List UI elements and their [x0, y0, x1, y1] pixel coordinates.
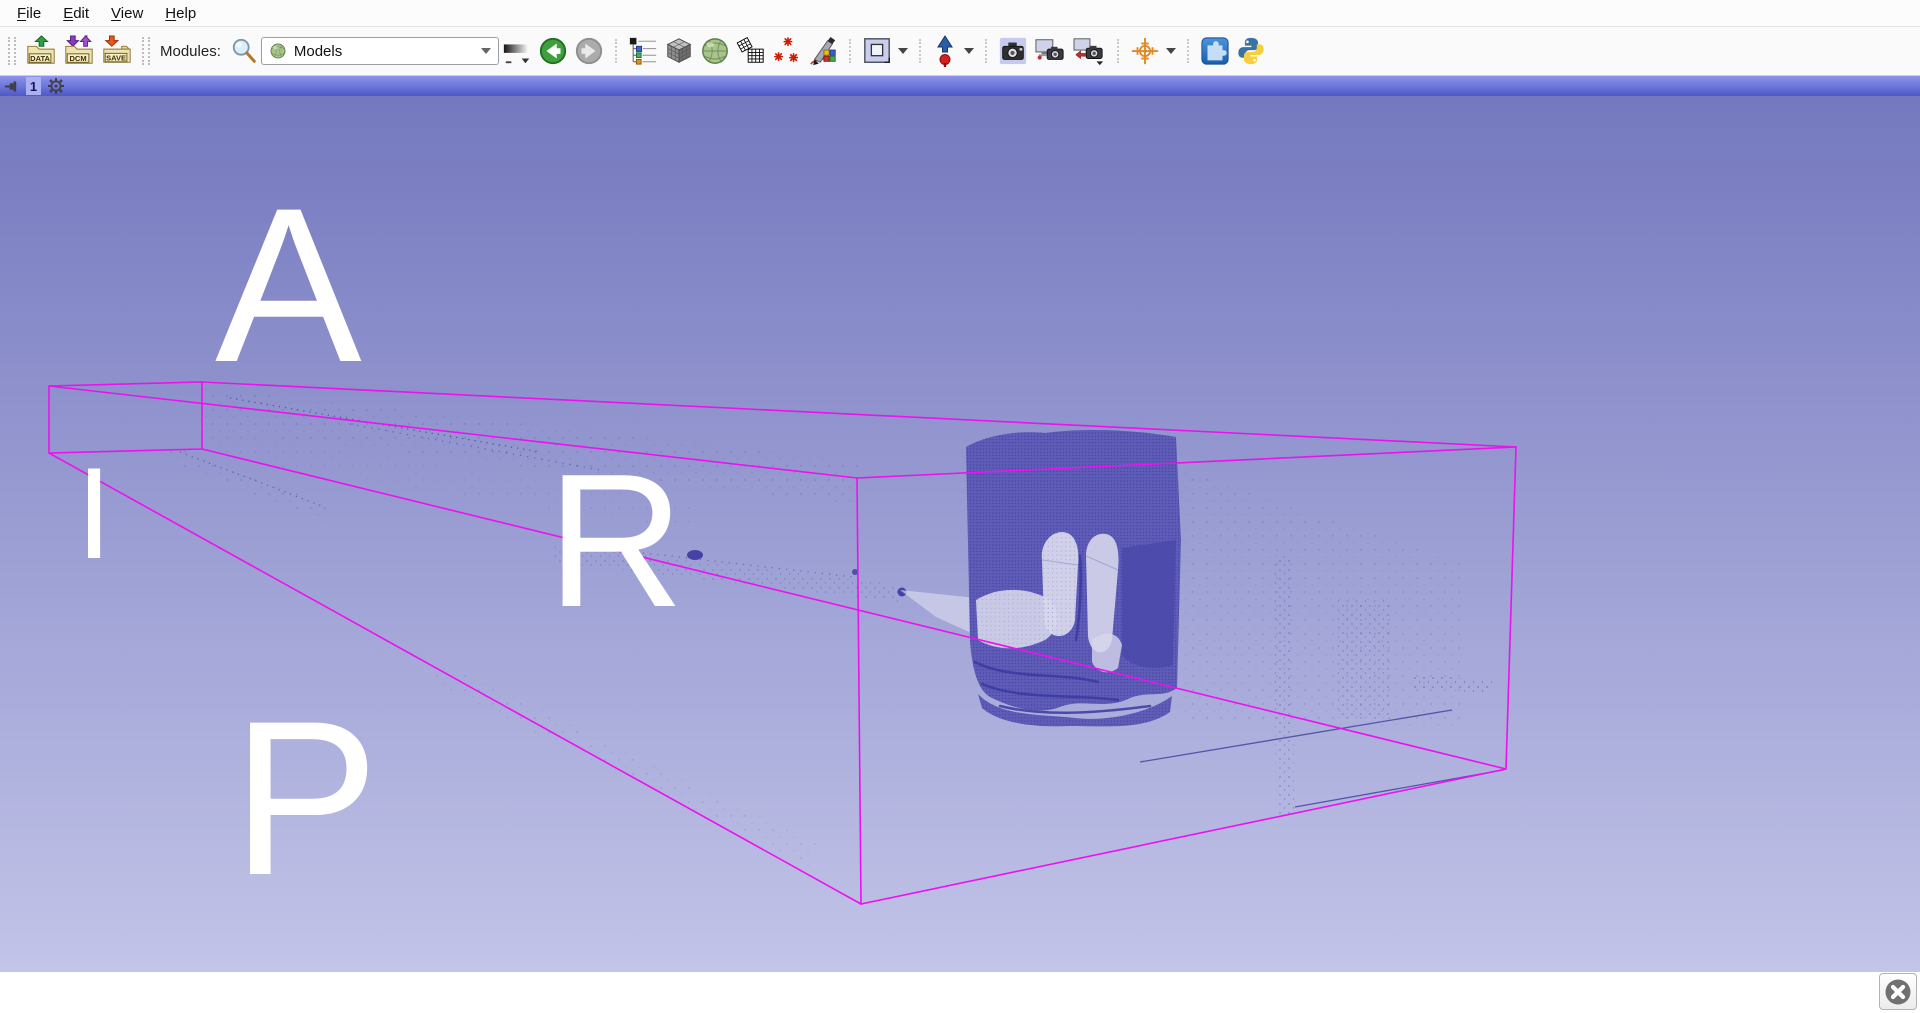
toolbar-grip[interactable]: [142, 37, 150, 65]
search-icon: [230, 37, 258, 65]
scene-view-restore-button[interactable]: [1071, 35, 1107, 67]
screenshot-button[interactable]: [997, 35, 1029, 67]
models-button[interactable]: [699, 35, 731, 67]
mouse-interaction-button[interactable]: [931, 34, 959, 68]
menu-help[interactable]: Help: [154, 2, 207, 25]
transforms-button[interactable]: [735, 35, 767, 67]
svg-text:DCM: DCM: [69, 54, 86, 63]
view-settings-button[interactable]: [48, 78, 64, 94]
segment-editor-button[interactable]: [807, 35, 839, 67]
layout-icon: [862, 36, 892, 66]
module-history-icon: [502, 36, 532, 66]
toolbar-separator: [1117, 39, 1119, 63]
mouse-mode-icon: [932, 35, 958, 67]
layout-button[interactable]: [861, 35, 893, 67]
screenshot-camera-icon: [998, 36, 1028, 66]
close-icon: [1884, 978, 1912, 1006]
toolbar-grip[interactable]: [8, 37, 16, 65]
close-button[interactable]: [1879, 973, 1917, 1010]
load-dicom-button[interactable]: DCM: [62, 34, 96, 68]
toolbar-separator: [985, 39, 987, 63]
extensions-manager-button[interactable]: [1199, 35, 1231, 67]
back-arrow-icon: [538, 36, 568, 66]
toolbar-separator: [919, 39, 921, 63]
module-selector-value: Models: [294, 43, 342, 60]
subject-hierarchy-icon: [628, 36, 658, 66]
orientation-label-inferior: I: [76, 448, 112, 578]
scene-view-restore-icon: [1072, 36, 1106, 66]
load-data-icon: DATA: [25, 35, 57, 67]
python-icon: [1236, 36, 1266, 66]
forward-arrow-icon: [574, 36, 604, 66]
python-console-button[interactable]: [1235, 35, 1267, 67]
volumes-button[interactable]: [663, 35, 695, 67]
view-controller-bar: 1: [0, 76, 1920, 96]
toolbar-separator: [849, 39, 851, 63]
pin-icon: [4, 79, 19, 94]
markups-icon: [772, 36, 802, 66]
menu-view[interactable]: View: [100, 2, 154, 25]
toolbar-separator: [615, 39, 617, 63]
crosshair-icon: [1130, 36, 1160, 66]
markups-button[interactable]: [771, 35, 803, 67]
transforms-icon: [736, 36, 766, 66]
segment-editor-icon: [808, 36, 838, 66]
toolbar-separator: [1187, 39, 1189, 63]
scene-view-icon: [1034, 36, 1066, 66]
menu-edit[interactable]: Edit: [52, 2, 100, 25]
modules-label: Modules:: [160, 43, 221, 60]
scene-view-button[interactable]: [1033, 35, 1067, 67]
load-data-button[interactable]: DATA: [24, 34, 58, 68]
save-button[interactable]: SAVE: [100, 34, 134, 68]
svg-text:DATA: DATA: [30, 54, 50, 63]
gray-cube-icon: [664, 36, 694, 66]
orientation-label-right: R: [547, 446, 684, 636]
menu-file[interactable]: File: [6, 2, 52, 25]
main-toolbar: DATA DCM SAVE Modules:: [0, 27, 1920, 76]
save-icon: SAVE: [101, 35, 133, 67]
models-sphere-icon: [700, 36, 730, 66]
forward-button[interactable]: [573, 35, 605, 67]
crosshair-button[interactable]: [1129, 35, 1161, 67]
svg-text:SAVE: SAVE: [106, 53, 126, 62]
module-search-button[interactable]: [229, 36, 259, 66]
orientation-label-posterior: P: [232, 688, 379, 908]
module-history-button[interactable]: [501, 35, 533, 67]
subject-hierarchy-button[interactable]: [627, 35, 659, 67]
back-button[interactable]: [537, 35, 569, 67]
bottom-bar: [0, 972, 1920, 1013]
gear-icon: [48, 78, 64, 94]
crosshair-dropdown-icon[interactable]: [1166, 48, 1176, 54]
chevron-down-icon: [481, 48, 491, 54]
orientation-label-anterior: A: [215, 175, 362, 395]
models-sphere-icon: [269, 42, 287, 60]
mouse-mode-dropdown-icon[interactable]: [964, 48, 974, 54]
threed-viewport[interactable]: A I R P: [0, 96, 1920, 972]
extensions-icon: [1200, 36, 1230, 66]
view-label: 1: [26, 77, 41, 95]
menu-bar: File Edit View Help: [0, 0, 1920, 27]
load-dicom-icon: DCM: [63, 35, 95, 67]
pin-button[interactable]: [4, 79, 19, 94]
module-selector[interactable]: Models: [261, 37, 499, 65]
layout-dropdown-icon[interactable]: [898, 48, 908, 54]
